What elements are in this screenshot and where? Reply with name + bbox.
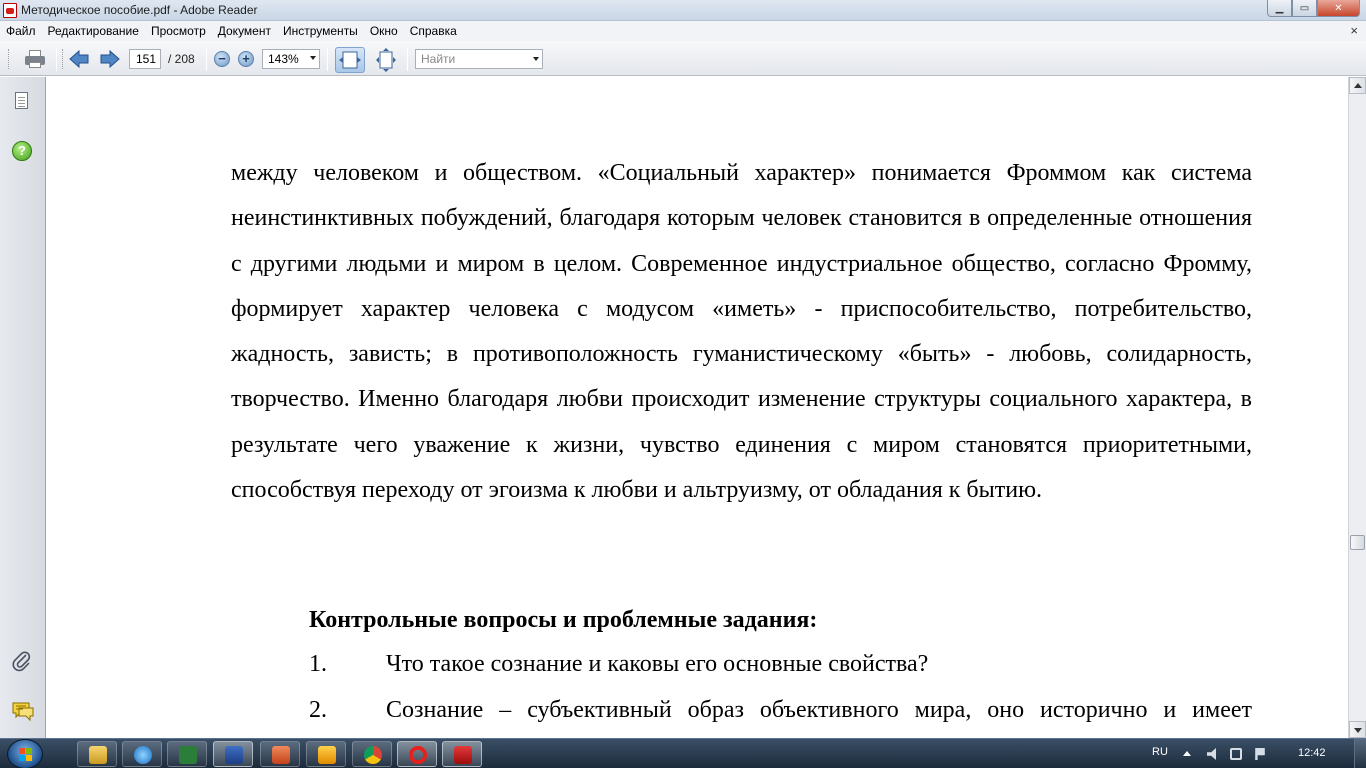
taskbar-internet-explorer[interactable] <box>122 741 162 767</box>
taskbar-explorer[interactable] <box>77 741 117 767</box>
page-total: / 208 <box>168 52 195 66</box>
word-icon <box>225 746 243 764</box>
language-indicator[interactable]: RU <box>1152 746 1168 758</box>
zoom-select[interactable]: 143% <box>262 49 320 69</box>
vertical-scrollbar[interactable] <box>1348 77 1366 738</box>
toolbar: 151 / 208 − + 143% Найти <box>0 41 1366 76</box>
toolbar-grip[interactable] <box>8 49 10 69</box>
opera-icon <box>409 746 427 764</box>
attachments-icon[interactable] <box>11 650 33 672</box>
menu-tools[interactable]: Инструменты <box>277 24 364 38</box>
comments-icon[interactable] <box>11 700 34 722</box>
find-placeholder: Найти <box>421 52 456 66</box>
adobe-reader-app-icon[interactable] <box>3 3 17 18</box>
taskbar-presentation[interactable] <box>260 741 300 767</box>
taskbar-word[interactable] <box>213 741 253 767</box>
find-input[interactable]: Найти <box>415 49 543 69</box>
pages-icon[interactable] <box>11 90 33 112</box>
scroll-thumb[interactable] <box>1350 535 1365 550</box>
document-view[interactable]: между человеком и обществом. «Социальный… <box>47 77 1348 738</box>
close-document-button[interactable]: × <box>1350 23 1358 38</box>
scroll-down-button[interactable] <box>1349 721 1366 738</box>
media-player-icon <box>318 746 336 764</box>
print-icon[interactable] <box>24 49 46 69</box>
show-desktop-button[interactable] <box>1354 739 1366 768</box>
presentation-icon <box>272 746 290 764</box>
volume-icon[interactable] <box>1207 748 1216 760</box>
adobe-reader-icon <box>454 746 472 764</box>
action-center-icon[interactable] <box>1255 748 1265 760</box>
window-controls: ▁ ▭ ✕ <box>1267 0 1360 17</box>
internet-explorer-icon <box>134 746 152 764</box>
list-item-number: 1. <box>309 651 327 677</box>
taskbar: RU 12:42 <box>0 738 1366 768</box>
menu-window[interactable]: Окно <box>364 24 404 38</box>
toolbar-grip[interactable] <box>62 49 64 69</box>
menu-file[interactable]: Файл <box>0 24 42 38</box>
maximize-button[interactable]: ▭ <box>1292 0 1317 17</box>
menu-bar: Файл Редактирование Просмотр Документ Ин… <box>0 21 1366 41</box>
clock[interactable]: 12:42 <box>1298 747 1326 759</box>
list-item-number: 2. <box>309 697 327 723</box>
toolbar-separator <box>327 47 328 71</box>
show-hidden-icons-icon[interactable] <box>1183 751 1191 756</box>
previous-page-icon[interactable] <box>69 50 89 68</box>
windows-logo-icon <box>19 748 33 761</box>
menu-edit[interactable]: Редактирование <box>42 24 145 38</box>
zoom-value: 143% <box>268 52 299 66</box>
help-icon[interactable]: ? <box>12 141 32 161</box>
taskbar-opera[interactable] <box>397 741 437 767</box>
menu-view[interactable]: Просмотр <box>145 24 212 38</box>
taskbar-chrome[interactable] <box>352 741 392 767</box>
list-item-text: Что такое сознание и каковы его основные… <box>386 651 929 677</box>
navigation-panel: ? <box>0 77 46 738</box>
toolbar-separator <box>407 47 408 71</box>
chrome-icon <box>364 746 382 764</box>
next-page-icon[interactable] <box>100 50 120 68</box>
app-icon <box>179 746 197 764</box>
toolbar-separator <box>56 47 57 71</box>
close-button[interactable]: ✕ <box>1317 0 1360 17</box>
taskbar-pdf-tool[interactable] <box>167 741 207 767</box>
network-icon[interactable] <box>1230 748 1242 760</box>
title-bar: Методическое пособие.pdf - Adobe Reader … <box>0 0 1366 21</box>
page-number-input[interactable]: 151 <box>129 49 161 69</box>
toolbar-separator <box>206 47 207 71</box>
fit-page-icon[interactable] <box>371 47 401 73</box>
zoom-out-icon[interactable]: − <box>214 51 230 67</box>
folder-icon <box>89 746 107 764</box>
body-paragraph: между человеком и обществом. «Социальный… <box>231 160 1252 504</box>
chevron-down-icon <box>310 56 316 60</box>
minimize-button[interactable]: ▁ <box>1267 0 1292 17</box>
menu-document[interactable]: Документ <box>212 24 277 38</box>
chevron-down-icon[interactable] <box>533 57 539 61</box>
scroll-up-button[interactable] <box>1349 77 1366 94</box>
list-item-text: Сознание – субъективный образ объективно… <box>386 697 1252 723</box>
section-heading: Контрольные вопросы и проблемные задания… <box>309 607 818 633</box>
menu-help[interactable]: Справка <box>404 24 463 38</box>
zoom-in-icon[interactable]: + <box>238 51 254 67</box>
taskbar-media-player[interactable] <box>306 741 346 767</box>
taskbar-adobe-reader[interactable] <box>442 741 482 767</box>
window-title: Методическое пособие.pdf - Adobe Reader <box>21 3 258 17</box>
start-button[interactable] <box>7 739 43 768</box>
fit-width-icon[interactable] <box>335 47 365 73</box>
